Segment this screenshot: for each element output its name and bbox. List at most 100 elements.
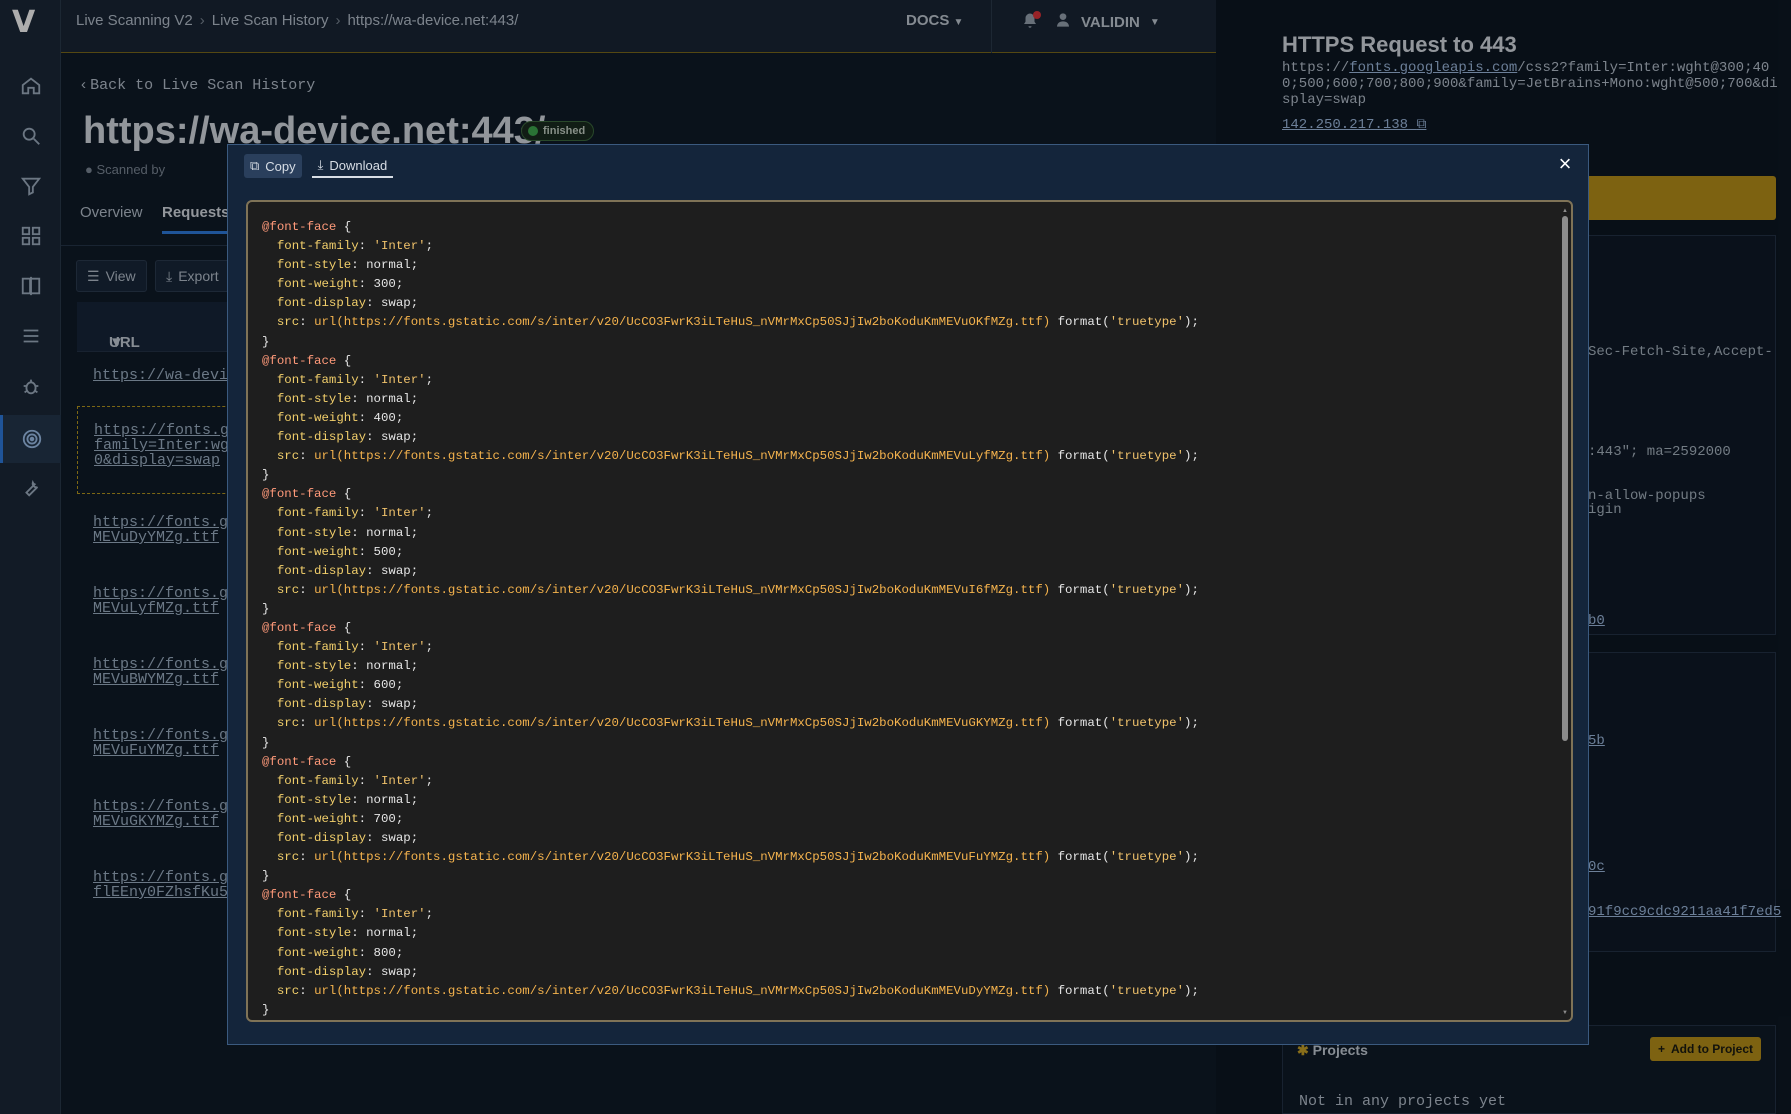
- code-token: );: [1184, 983, 1199, 998]
- code-token: {: [336, 888, 352, 903]
- code-line: @font-face {: [262, 619, 1199, 638]
- code-line: font-weight: 700;: [262, 810, 1199, 829]
- property: font-display: [276, 563, 367, 578]
- css-source: @font-face { font-family: 'Inter'; font-…: [262, 218, 1199, 1020]
- modal-toolbar: ⧉ Copy ⤓ Download: [244, 154, 394, 178]
- value-string: 'truetype': [1109, 983, 1185, 998]
- property: src: [276, 315, 300, 330]
- code-token: );: [1184, 449, 1199, 464]
- value-string: 'Inter': [373, 506, 426, 521]
- property: font-style: [276, 659, 352, 674]
- code-token: }: [262, 1002, 270, 1017]
- value-string: 'truetype': [1109, 850, 1185, 865]
- value-url: url(https://fonts.gstatic.com/s/inter/v2…: [314, 582, 1051, 597]
- code-token: }: [262, 869, 270, 884]
- code-token: );: [1184, 315, 1199, 330]
- copy-button[interactable]: ⧉ Copy: [244, 154, 302, 178]
- value-string: 'Inter': [373, 372, 426, 387]
- property: font-style: [276, 926, 352, 941]
- property: font-display: [276, 697, 367, 712]
- code-token: ;: [425, 773, 434, 788]
- code-token: :: [299, 850, 315, 865]
- code-line: font-display: swap;: [262, 294, 1199, 313]
- value: : 800;: [358, 945, 404, 960]
- property: font-family: [276, 640, 359, 655]
- scrollbar[interactable]: ▲ ▼: [1562, 208, 1568, 1016]
- value-url: url(https://fonts.gstatic.com/s/inter/v2…: [314, 449, 1051, 464]
- value: : swap;: [366, 430, 419, 445]
- code-line: font-style: normal;: [262, 256, 1199, 275]
- code-line: }: [262, 867, 1199, 886]
- at-rule: @font-face: [262, 754, 337, 769]
- value-string: 'truetype': [1109, 582, 1185, 597]
- value: : normal;: [351, 659, 419, 674]
- value: : swap;: [366, 563, 419, 578]
- code-line: font-style: normal;: [262, 791, 1199, 810]
- value: : normal;: [351, 391, 419, 406]
- code-block[interactable]: @font-face { font-family: 'Inter'; font-…: [246, 200, 1573, 1022]
- value: : swap;: [366, 697, 419, 712]
- code-line: }: [262, 600, 1199, 619]
- value-string: 'Inter': [373, 239, 426, 254]
- value: : normal;: [351, 792, 419, 807]
- code-line: font-family: 'Inter';: [262, 237, 1199, 256]
- code-token: :: [358, 372, 374, 387]
- value-url: url(https://fonts.gstatic.com/s/inter/v2…: [314, 850, 1051, 865]
- code-token: );: [1184, 582, 1199, 597]
- code-token: );: [1184, 850, 1199, 865]
- code-line: font-weight: 400;: [262, 409, 1199, 428]
- property: font-family: [276, 372, 359, 387]
- code-token: }: [262, 601, 270, 616]
- code-token: :: [299, 315, 315, 330]
- value: : normal;: [351, 926, 419, 941]
- property: font-weight: [276, 945, 359, 960]
- code-line: }: [262, 466, 1199, 485]
- code-line: src: url(https://fonts.gstatic.com/s/int…: [262, 714, 1199, 733]
- code-line: font-style: normal;: [262, 657, 1199, 676]
- property: font-weight: [276, 811, 359, 826]
- code-token: :: [299, 983, 315, 998]
- property: font-family: [276, 506, 359, 521]
- code-token: {: [336, 220, 352, 234]
- scrollbar-thumb[interactable]: [1562, 216, 1568, 741]
- value-url: url(https://fonts.gstatic.com/s/inter/v2…: [314, 983, 1051, 998]
- code-line: }: [262, 333, 1199, 352]
- close-icon[interactable]: ×: [1554, 153, 1576, 175]
- value-url: url(https://fonts.gstatic.com/s/inter/v2…: [314, 716, 1051, 731]
- code-line: @font-face {: [262, 485, 1199, 504]
- code-line: font-display: swap;: [262, 829, 1199, 848]
- code-token: ;: [425, 506, 434, 521]
- code-line: }: [262, 734, 1199, 753]
- code-line: @font-face {: [262, 753, 1199, 772]
- value: : swap;: [366, 831, 419, 845]
- code-token: {: [336, 620, 352, 635]
- code-line: font-family: 'Inter';: [262, 772, 1199, 791]
- value: : 600;: [358, 678, 404, 693]
- code-token: ;: [425, 640, 434, 655]
- property: src: [276, 449, 300, 464]
- scroll-down-icon[interactable]: ▼: [1562, 1010, 1568, 1016]
- property: src: [276, 983, 300, 998]
- download-button[interactable]: ⤓ Download: [311, 154, 394, 178]
- property: src: [276, 850, 300, 865]
- code-line: font-weight: 500;: [262, 543, 1199, 562]
- property: font-weight: [276, 410, 359, 425]
- value: : normal;: [351, 258, 419, 273]
- scroll-up-icon[interactable]: ▲: [1562, 208, 1568, 214]
- property: font-weight: [276, 544, 359, 559]
- value-string: 'truetype': [1109, 716, 1185, 731]
